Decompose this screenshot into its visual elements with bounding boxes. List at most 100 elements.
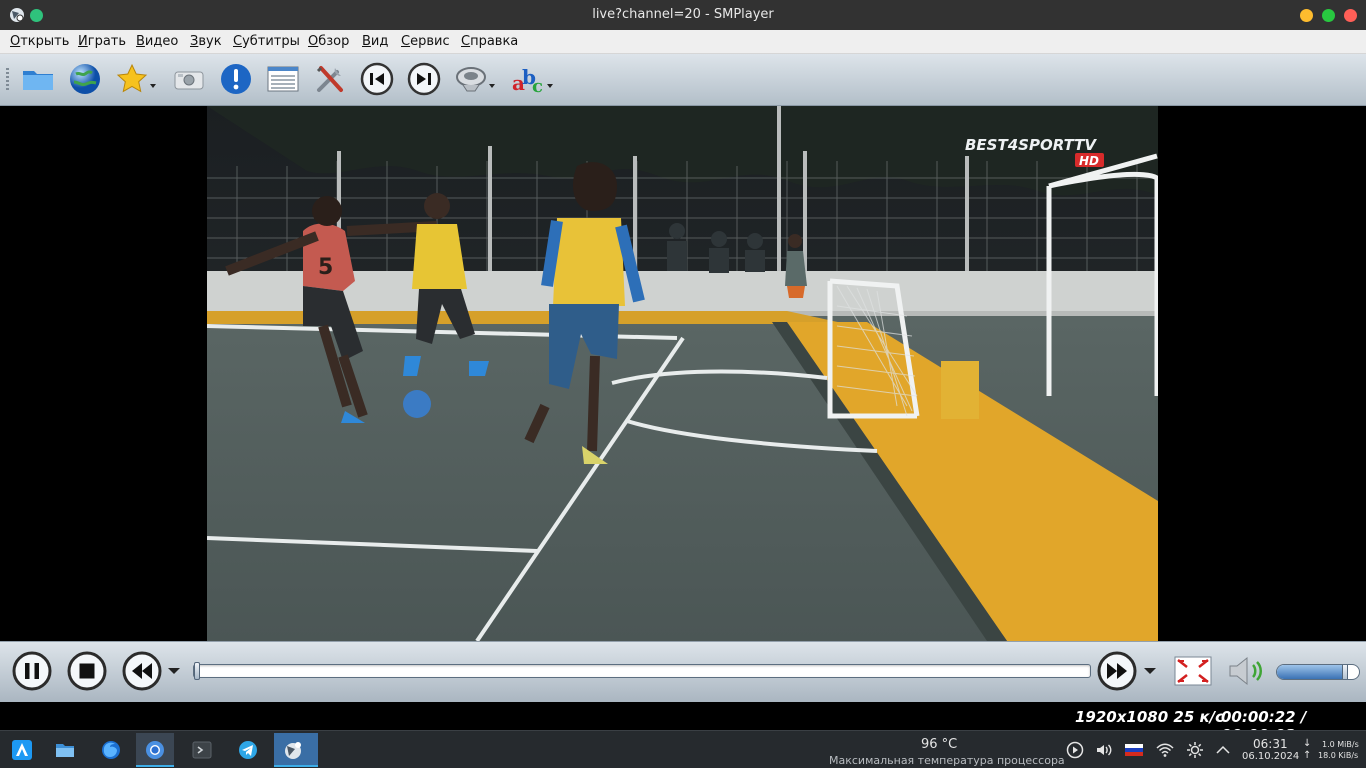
clock-time[interactable]: 06:31 <box>1253 737 1288 751</box>
menu-bar: Открыть Играть Видео Звук Субтитры Обзор… <box>0 30 1366 54</box>
next-button[interactable] <box>407 62 441 96</box>
menu-view[interactable]: Вид <box>362 34 388 49</box>
menu-subtitles[interactable]: Субтитры <box>233 34 300 49</box>
player-number-label: 5 <box>318 255 333 280</box>
screenshot-camera-icon <box>174 71 204 90</box>
seek-bar[interactable] <box>193 662 1091 680</box>
menu-tools[interactable]: Сервис <box>401 34 450 49</box>
stop-button[interactable] <box>67 651 107 691</box>
playlist-icon <box>267 66 299 92</box>
clock-date[interactable]: 06.10.2024 <box>1242 751 1299 762</box>
network-download-speed: 1.0 MiB/s <box>1322 740 1359 749</box>
volume-tray[interactable] <box>1095 741 1113 759</box>
subtitles-button[interactable]: abc <box>511 62 545 96</box>
network-tray[interactable] <box>1156 741 1174 759</box>
chromium-button[interactable] <box>136 733 174 767</box>
preferences-tools-icon <box>316 66 343 92</box>
smplayer-icon <box>285 742 301 759</box>
menu-video[interactable]: Видео <box>136 34 178 49</box>
menu-play[interactable]: Играть <box>78 34 126 49</box>
fullscreen-icon <box>1174 656 1212 686</box>
upload-arrow-icon: ↑ <box>1303 750 1312 761</box>
menu-audio[interactable]: Звук <box>190 34 222 49</box>
screenshot-button[interactable] <box>172 62 206 96</box>
favorites-button[interactable] <box>115 62 149 96</box>
speaker-icon <box>1097 744 1112 756</box>
audio-track-button[interactable] <box>454 62 488 96</box>
minimize-button[interactable] <box>1300 9 1313 22</box>
speaker-volume-icon <box>1229 656 1262 686</box>
pause-button[interactable] <box>12 651 52 691</box>
system-taskbar: 96 °C Максимальная температура процессор… <box>0 730 1366 768</box>
cpu-temperature[interactable]: 96 °C <box>921 737 957 752</box>
toolbar-grip[interactable] <box>6 68 9 92</box>
firefox-icon <box>102 741 120 759</box>
tray-expand-button[interactable] <box>1214 741 1232 759</box>
rewind-button[interactable] <box>122 651 162 691</box>
hd-badge: HD <box>1079 154 1099 168</box>
chromium-icon <box>146 741 164 759</box>
forward-icon <box>1097 651 1137 691</box>
media-play-icon <box>1066 741 1084 759</box>
title-bar: live?channel=20 - SMPlayer <box>0 0 1366 30</box>
playlist-button[interactable] <box>266 62 300 96</box>
network-upload-speed: 18.0 KiB/s <box>1318 751 1359 760</box>
open-url-button[interactable] <box>68 62 102 96</box>
cpu-temperature-label: Максимальная температура процессора <box>829 754 1065 767</box>
close-button[interactable] <box>1344 9 1357 22</box>
favorites-star-icon <box>116 63 148 93</box>
menu-browse[interactable]: Обзор <box>308 34 349 49</box>
info-button[interactable] <box>219 62 253 96</box>
folder-icon <box>23 71 53 90</box>
status-bar: 1920x1080 25 к/с 00:00:22 / 00:00:03 <box>0 702 1366 744</box>
brightness-tray[interactable] <box>1186 741 1204 759</box>
brightness-sun-icon <box>1187 742 1203 758</box>
volume-handle[interactable] <box>1341 665 1348 679</box>
audio-track-dropdown-icon[interactable] <box>489 84 495 88</box>
volume-slider[interactable] <box>1276 664 1360 680</box>
fullscreen-button[interactable] <box>1173 651 1213 691</box>
file-manager-icon <box>56 744 74 757</box>
video-area[interactable]: 5 BEST4SPORTTV HD <box>0 106 1366 641</box>
mute-button[interactable] <box>1226 651 1266 691</box>
video-frame[interactable]: 5 BEST4SPORTTV HD <box>207 106 1158 641</box>
app-launcher-icon <box>12 740 32 760</box>
open-file-button[interactable] <box>21 62 55 96</box>
previous-button[interactable] <box>360 62 394 96</box>
main-toolbar: abc <box>0 54 1366 106</box>
next-icon <box>407 62 441 96</box>
subtitles-dropdown-icon[interactable] <box>547 84 553 88</box>
rewind-dropdown-icon[interactable] <box>168 668 180 674</box>
maximize-button[interactable] <box>1322 9 1335 22</box>
keyboard-layout-tray[interactable] <box>1125 741 1143 759</box>
info-exclamation-icon <box>221 64 251 94</box>
terminal-icon <box>192 741 212 759</box>
channel-watermark: BEST4SPORTTV <box>965 136 1097 154</box>
previous-icon <box>360 62 394 96</box>
window-title: live?channel=20 - SMPlayer <box>592 7 774 22</box>
smplayer-task-button[interactable] <box>274 733 318 767</box>
app-launcher-button[interactable] <box>3 733 41 767</box>
pause-icon <box>12 651 52 691</box>
rewind-icon <box>122 651 162 691</box>
chevron-up-icon <box>1216 745 1230 754</box>
telegram-icon <box>239 741 257 759</box>
stop-icon <box>67 651 107 691</box>
volume-fill <box>1277 665 1347 679</box>
subtitles-abc-icon: abc <box>512 65 543 96</box>
menu-help[interactable]: Справка <box>461 34 518 49</box>
media-player-tray[interactable] <box>1066 741 1084 759</box>
menu-open[interactable]: Открыть <box>10 34 69 49</box>
terminal-button[interactable] <box>183 733 221 767</box>
svg-text:c: c <box>532 76 543 96</box>
forward-button[interactable] <box>1097 651 1137 691</box>
control-bar <box>0 641 1366 702</box>
favorites-dropdown-icon[interactable] <box>150 84 156 88</box>
seek-handle[interactable] <box>194 662 200 680</box>
telegram-button[interactable] <box>229 733 267 767</box>
file-manager-button[interactable] <box>46 733 84 767</box>
firefox-button[interactable] <box>92 733 130 767</box>
forward-dropdown-icon[interactable] <box>1144 668 1156 674</box>
russian-flag-icon <box>1125 744 1143 756</box>
preferences-button[interactable] <box>313 62 347 96</box>
